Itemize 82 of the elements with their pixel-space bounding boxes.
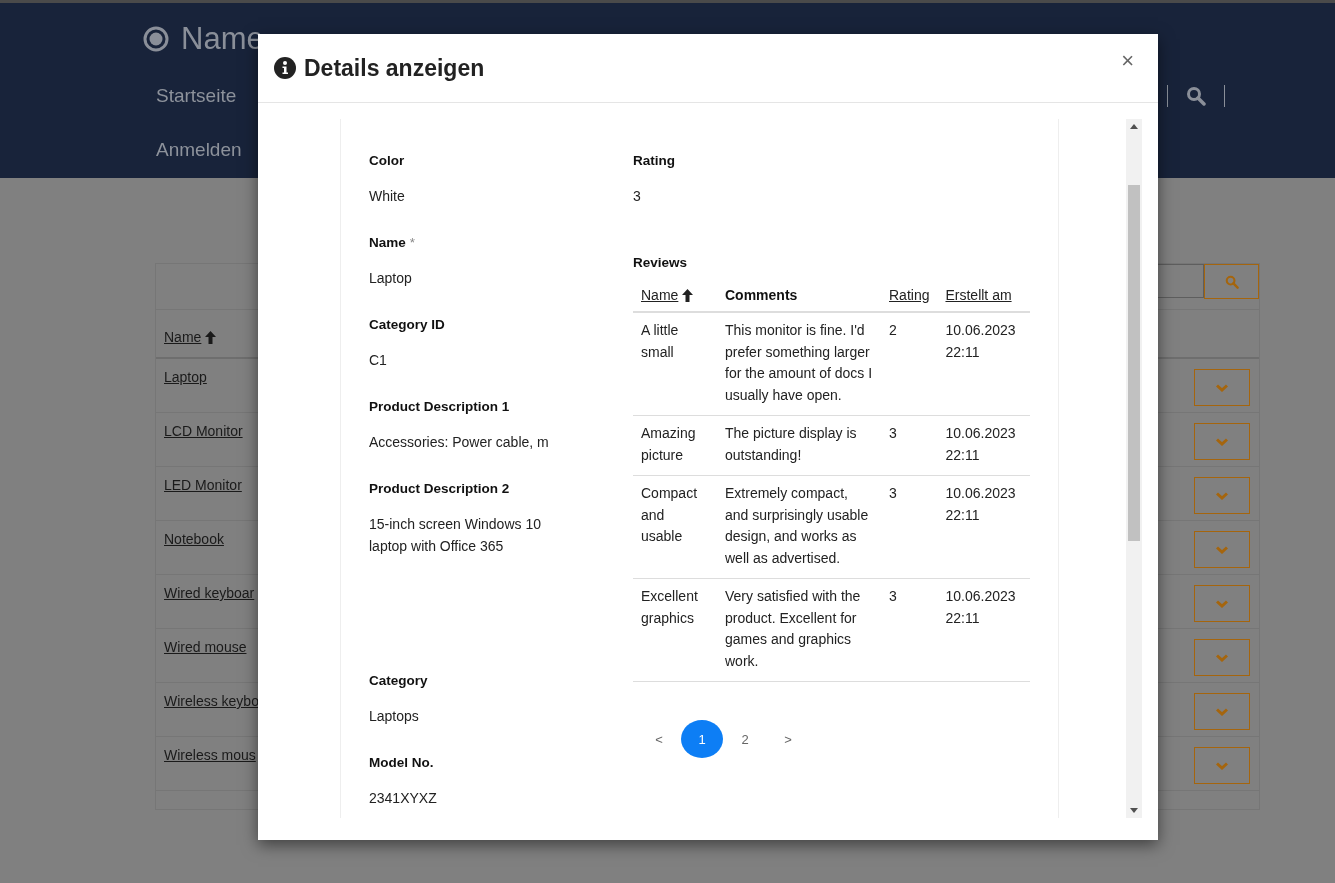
next-page-button[interactable]: > (767, 720, 809, 758)
chevron-down-icon (1216, 761, 1228, 770)
field-label: Category (369, 672, 428, 690)
table-cell: 2 (881, 312, 938, 416)
nav-link[interactable]: Startseite (156, 85, 237, 107)
field-value: C1 (369, 351, 388, 370)
column-header-link[interactable]: Erstellt am (945, 287, 1012, 303)
product-link[interactable]: Wired mouse (164, 639, 247, 655)
product-link[interactable]: Wireless keybo (164, 693, 259, 709)
chevron-down-icon (1216, 599, 1228, 608)
product-link[interactable]: LCD Monitor (164, 423, 243, 439)
chevron-down-icon (1216, 491, 1228, 500)
scrollbar[interactable] (1126, 119, 1142, 818)
expand-button[interactable] (1194, 423, 1250, 460)
dialog-title: Details anzeigen (304, 54, 485, 82)
table-cell: The picture display is outstanding! (717, 415, 881, 476)
field-value: 15-inch screen Windows 10 laptop with Office 365 (369, 515, 542, 556)
chevron-down-icon (1216, 545, 1228, 554)
page-button[interactable]: 2 (724, 720, 766, 758)
table-cell: 10.06.2023 22:11 (937, 578, 1030, 682)
field-value: Laptop (369, 269, 413, 288)
column-header-link[interactable]: Rating (889, 287, 930, 303)
product-link[interactable]: Laptop (164, 369, 207, 385)
column-header-link[interactable]: Name (164, 329, 217, 345)
table-cell: 3 (881, 475, 938, 579)
product-link[interactable]: Wireless mous (164, 747, 256, 763)
logo-icon (143, 26, 169, 52)
field-value: White (369, 187, 406, 206)
table-cell: A little small (633, 312, 717, 416)
nav-link[interactable]: Anmelden (156, 139, 242, 161)
expand-button[interactable] (1194, 639, 1250, 676)
expand-button[interactable] (1194, 693, 1250, 730)
field-value: Accessories: Power cable, m (369, 433, 550, 452)
expand-button[interactable] (1194, 585, 1250, 622)
field-value: Laptops (369, 707, 420, 726)
search-icon (1186, 86, 1206, 106)
expand-button[interactable] (1194, 747, 1250, 784)
chevron-down-icon (1216, 707, 1228, 716)
product-link[interactable]: Notebook (164, 531, 224, 547)
field-label: Color (369, 152, 405, 170)
required-mark: * (409, 234, 416, 252)
column-header: Comments (725, 287, 798, 303)
field-label: Rating (633, 152, 676, 170)
search-icon (1224, 274, 1239, 289)
product-link[interactable]: Wired keyboar (164, 585, 255, 601)
field-label: Product Description 2 (369, 480, 510, 498)
field-value: 3 (633, 187, 642, 206)
column-header-link[interactable]: Name (641, 287, 694, 303)
table-cell: This monitor is fine. I'd prefer something larger for the amount of docs I usually have open. (717, 312, 881, 416)
table-cell: 3 (881, 415, 938, 476)
product-link[interactable]: LED Monitor (164, 477, 242, 493)
field-label: Product Description 1 (369, 398, 510, 416)
chevron-down-icon (1216, 383, 1228, 392)
info-icon (274, 57, 296, 79)
sort-arrow-icon (205, 330, 217, 344)
section-label: Reviews (633, 254, 689, 272)
scroll-up-icon (1130, 124, 1138, 129)
chevron-down-icon (1216, 653, 1228, 662)
page-button[interactable]: 1 (681, 720, 723, 758)
previous-page-button[interactable]: < (638, 720, 680, 758)
table-cell: Extremely compact, and surprisingly usable design, and works as well as advertised. (717, 475, 881, 579)
table-cell: Very satisfied with the product. Excellent for games and graphics work. (717, 578, 881, 682)
scrollbar-thumb[interactable] (1128, 185, 1140, 541)
search-button[interactable] (1186, 86, 1206, 106)
field-label: Category ID (369, 316, 445, 334)
chevron-down-icon (1216, 437, 1228, 446)
table-cell: 3 (881, 578, 938, 682)
table-cell: 10.06.2023 22:11 (937, 475, 1030, 579)
table-cell: 10.06.2023 22:11 (937, 312, 1030, 416)
sort-arrow-icon (682, 288, 694, 302)
table-cell: 10.06.2023 22:11 (937, 415, 1030, 476)
scroll-down-icon (1130, 808, 1138, 813)
field-label: Name (369, 234, 406, 252)
field-label: Model No. (369, 754, 434, 772)
expand-button[interactable] (1194, 369, 1250, 406)
table-cell: Amazing picture (633, 415, 717, 476)
expand-button[interactable] (1194, 477, 1250, 514)
expand-button[interactable] (1194, 531, 1250, 568)
field-value: 2341XYXZ (369, 789, 438, 808)
close-button[interactable]: × (1113, 48, 1142, 74)
table-cell: Compact and usable (633, 475, 717, 579)
table-cell: Excellent graphics (633, 578, 717, 682)
